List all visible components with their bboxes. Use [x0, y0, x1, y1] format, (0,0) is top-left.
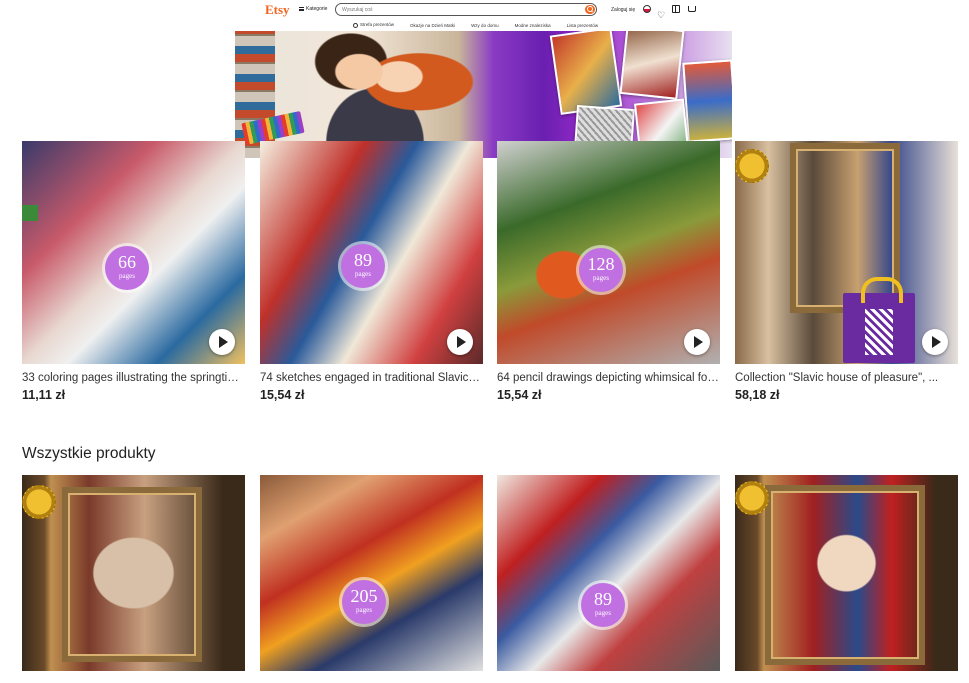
- product-price: 58,18 zł: [735, 388, 780, 402]
- product-image[interactable]: 205 pages: [260, 475, 483, 671]
- shop-banner-image: [235, 31, 732, 158]
- top-header: Etsy Kategorie Wyszukaj coś Zaloguj się: [235, 0, 732, 19]
- product-title[interactable]: 64 pencil drawings depicting whimsical f…: [497, 372, 720, 384]
- badge-unit: pages: [356, 606, 372, 614]
- product-image[interactable]: [22, 475, 245, 671]
- painting-frame: [62, 487, 202, 662]
- menu-icon: [299, 7, 304, 11]
- pdf-tag: [22, 205, 38, 221]
- page-count-badge: 66 pages: [105, 246, 149, 290]
- cart-icon[interactable]: [688, 6, 696, 12]
- badge-unit: pages: [595, 609, 611, 617]
- product-price: 15,54 zł: [497, 388, 542, 402]
- page-count-badge: 89 pages: [341, 244, 385, 288]
- product-title[interactable]: Collection "Slavic house of pleasure", .…: [735, 372, 958, 384]
- featured-product-image[interactable]: 89 pages: [260, 141, 483, 364]
- premium-seal-icon: [735, 149, 769, 183]
- language-flag-icon[interactable]: [643, 5, 651, 13]
- categories-button[interactable]: Kategorie: [299, 6, 327, 12]
- badge-unit: pages: [119, 272, 135, 280]
- gift-icon[interactable]: [672, 5, 680, 13]
- product-price: 11,11 zł: [22, 388, 66, 402]
- premium-seal-icon: [735, 481, 769, 515]
- featured-product-image[interactable]: [735, 141, 958, 364]
- product-price: 15,54 zł: [260, 388, 305, 402]
- page-count-badge: 128 pages: [579, 248, 623, 292]
- banner-card: [549, 31, 623, 115]
- signin-link[interactable]: Zaloguj się: [611, 7, 635, 13]
- etsy-logo[interactable]: Etsy: [265, 2, 290, 18]
- subnav-item-gift-list[interactable]: Lista prezentów: [567, 23, 599, 28]
- premium-seal-icon: [22, 485, 56, 519]
- painting-frame: [765, 485, 925, 665]
- categories-label: Kategorie: [306, 6, 328, 12]
- subnav-item-gifts[interactable]: Strefa prezentów: [353, 22, 394, 28]
- page-count-badge: 89 pages: [581, 583, 625, 627]
- badge-number: 66: [118, 252, 136, 272]
- gift-icon: [353, 22, 358, 28]
- banner-coloring-cards: [535, 31, 732, 158]
- search-bar[interactable]: Wyszukaj coś: [335, 3, 597, 16]
- badge-number: 128: [587, 254, 615, 274]
- play-video-icon[interactable]: [447, 329, 473, 355]
- etsy-shop-page: Etsy Kategorie Wyszukaj coś Zaloguj się …: [0, 0, 969, 683]
- shopping-bag-icon: [843, 277, 915, 363]
- badge-number: 205: [350, 586, 378, 606]
- page-count-badge: 205 pages: [342, 580, 386, 624]
- badge-unit: pages: [355, 270, 371, 278]
- search-icon[interactable]: [585, 5, 595, 14]
- subnav-item-home[interactable]: Wzy do domu: [471, 23, 499, 28]
- section-title: Wszystkie produkty: [22, 445, 156, 462]
- subnav-item-mothers-day[interactable]: Okazje na Dzień Matki: [410, 23, 455, 28]
- search-input[interactable]: Wyszukaj coś: [342, 7, 373, 13]
- play-video-icon[interactable]: [684, 329, 710, 355]
- badge-number: 89: [594, 589, 612, 609]
- sub-navigation: Strefa prezentów Okazje na Dzień Matki W…: [235, 19, 732, 31]
- product-image[interactable]: [735, 475, 958, 671]
- play-video-icon[interactable]: [922, 329, 948, 355]
- banner-couple-illustration: [275, 31, 475, 158]
- banner-card: [619, 31, 685, 100]
- badge-unit: pages: [593, 274, 609, 282]
- badge-number: 89: [354, 250, 372, 270]
- product-image[interactable]: 89 pages: [497, 475, 720, 671]
- play-video-icon[interactable]: [209, 329, 235, 355]
- featured-product-image[interactable]: 66 pages: [22, 141, 245, 364]
- favorites-heart-icon[interactable]: [657, 5, 665, 13]
- subnav-item-trending[interactable]: Modne znaleziska: [515, 23, 551, 28]
- featured-product-image[interactable]: 128 pages: [497, 141, 720, 364]
- banner-card: [682, 59, 732, 143]
- product-title[interactable]: 33 coloring pages illustrating the sprin…: [22, 372, 245, 384]
- product-title[interactable]: 74 sketches engaged in traditional Slavi…: [260, 372, 483, 384]
